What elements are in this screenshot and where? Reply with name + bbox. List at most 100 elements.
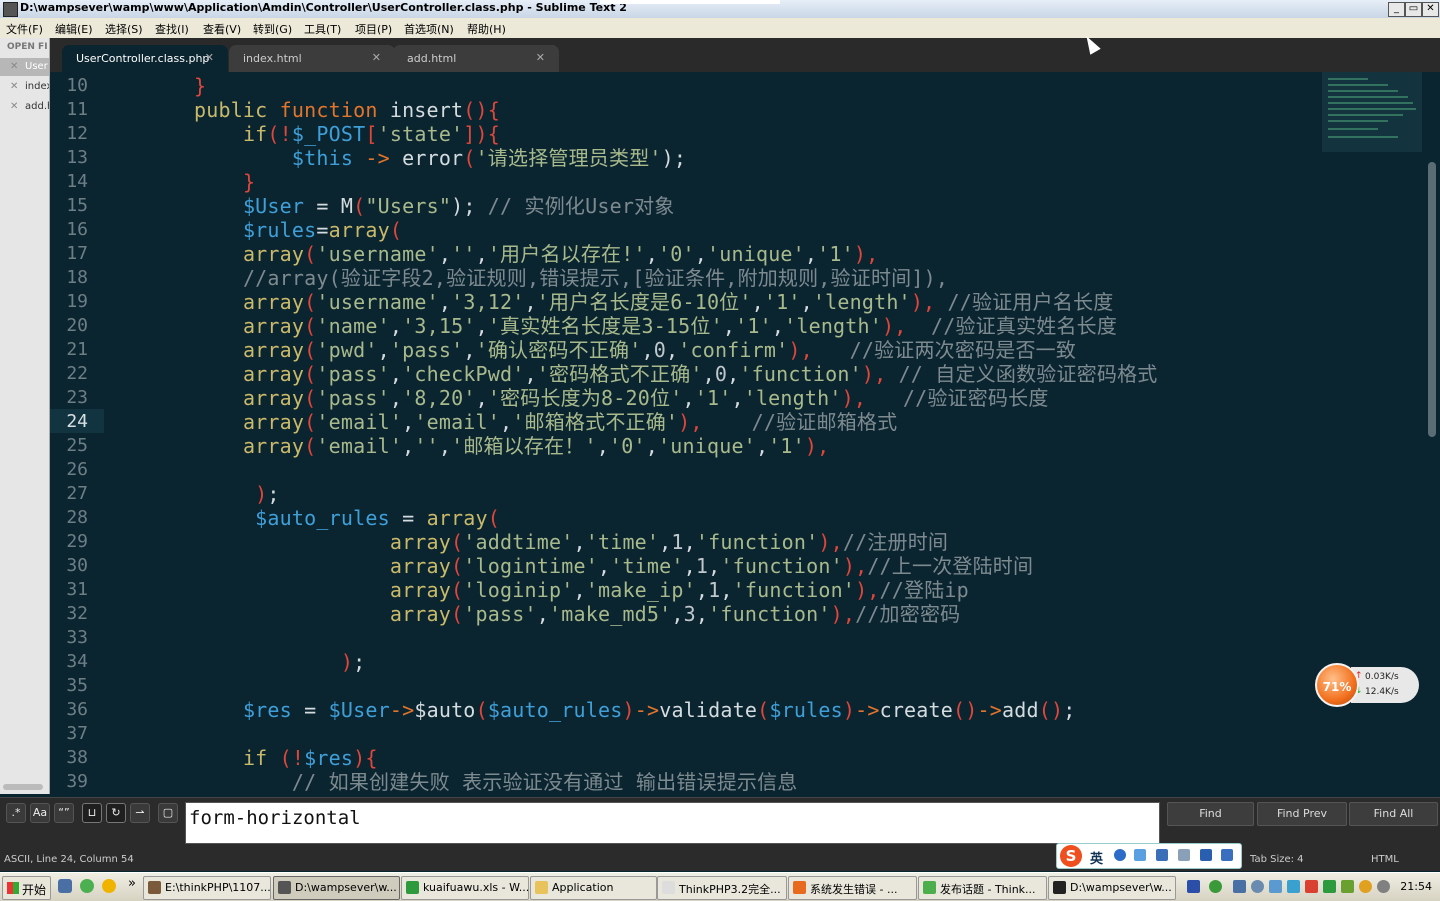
menu-file[interactable]: 文件(F) xyxy=(6,21,43,37)
tray-alert-icon[interactable] xyxy=(1305,880,1318,893)
keyboard-icon[interactable] xyxy=(1156,849,1168,861)
tray-settings-icon[interactable] xyxy=(1377,880,1390,893)
code-line[interactable]: $User = M("Users"); // 实例化User对象 xyxy=(145,194,675,218)
code-line[interactable]: if(!$_POST['state']){ xyxy=(145,122,500,146)
code-line[interactable]: array('addtime','time',1,'function'),//注… xyxy=(145,530,948,554)
code-line[interactable]: if (!$res){ xyxy=(145,746,378,770)
360-icon[interactable] xyxy=(102,879,116,893)
code-line[interactable]: //array(验证字段2,验证规则,错误提示,[验证条件,附加规则,验证时间]… xyxy=(145,266,948,290)
in-selection-toggle[interactable]: ⊔ xyxy=(82,803,102,823)
code-line[interactable]: array('pass','make_md5',3,'function'),//… xyxy=(145,602,960,626)
wrap-toggle[interactable]: ↻ xyxy=(106,803,126,823)
tray-app-icon[interactable] xyxy=(1269,880,1282,893)
tray-security-icon[interactable] xyxy=(1251,880,1264,893)
code-line[interactable]: } xyxy=(145,170,255,194)
tab-index[interactable]: index.html ✕ xyxy=(229,45,395,72)
code-line[interactable]: $res = $User->$auto($auto_rules)->valida… xyxy=(145,698,1075,722)
menu-find[interactable]: 查找(I) xyxy=(155,21,189,37)
ime-toolbar[interactable]: S 英 xyxy=(1056,843,1242,869)
tray-wps-icon[interactable] xyxy=(1323,880,1336,893)
code-line[interactable]: array('pass','8,20','密码长度为8-20位','1','le… xyxy=(145,386,1049,410)
ch-icon[interactable] xyxy=(1187,880,1200,893)
find-prev-button[interactable]: Find Prev xyxy=(1257,802,1347,826)
menu-edit[interactable]: 编辑(E) xyxy=(55,21,93,37)
menu-selection[interactable]: 选择(S) xyxy=(105,21,143,37)
close-icon[interactable]: ✕ xyxy=(10,81,18,92)
menu-tools[interactable]: 工具(T) xyxy=(304,21,341,37)
find-input[interactable]: form-horizontal xyxy=(185,802,1160,844)
find-button[interactable]: Find xyxy=(1167,802,1254,826)
close-icon[interactable]: ✕ xyxy=(372,51,381,64)
minimize-button[interactable]: _ xyxy=(1388,2,1405,17)
menu-help[interactable]: 帮助(H) xyxy=(467,21,506,37)
network-speed-widget[interactable]: ↑ 0.03K/s ↓ 12.4K/s 71% xyxy=(1315,663,1421,707)
regex-toggle[interactable]: .* xyxy=(6,803,26,823)
whole-word-toggle[interactable]: “” xyxy=(54,803,74,823)
sidebar-file-add[interactable]: ✕ add.h xyxy=(0,98,49,116)
editor-scrollbar[interactable] xyxy=(1428,162,1436,437)
code-line[interactable]: array('logintime','time',1,'function'),/… xyxy=(145,554,1033,578)
highlight-toggle[interactable]: ⇀ xyxy=(130,803,150,823)
moon-icon[interactable] xyxy=(1114,849,1126,861)
code-line[interactable]: array('username','3,12','用户名长度是6-10位','1… xyxy=(145,290,1113,314)
quick-launch-more[interactable]: » xyxy=(128,876,136,891)
tab-add[interactable]: add.html ✕ xyxy=(393,45,559,72)
ime-mode[interactable]: 英 xyxy=(1090,848,1103,867)
code-line[interactable]: $rules=array( xyxy=(145,218,402,242)
memory-percent[interactable]: 71% xyxy=(1315,663,1359,707)
maximize-button[interactable]: ▭ xyxy=(1405,2,1422,17)
code-line[interactable]: array('loginip','make_ip',1,'function'),… xyxy=(145,578,969,602)
code-line[interactable]: ); xyxy=(145,482,280,506)
code-line[interactable]: $auto_rules = array( xyxy=(145,506,500,530)
taskbar-button[interactable]: Application xyxy=(530,876,657,900)
taskbar-button[interactable]: ThinkPHP3.2完全... xyxy=(657,876,787,900)
case-toggle[interactable]: Aa xyxy=(30,803,50,823)
taskbar-button[interactable]: D:\wampsever\w... xyxy=(273,876,400,900)
browser-icon[interactable] xyxy=(80,879,94,893)
taskbar-button[interactable]: E:\thinkPHP\1107... xyxy=(143,876,271,900)
close-button[interactable]: ✕ xyxy=(1422,2,1439,17)
show-context-toggle[interactable]: ▢ xyxy=(158,803,178,823)
close-icon[interactable]: ✕ xyxy=(536,51,545,64)
tray-monitor-icon[interactable] xyxy=(1233,880,1246,893)
taskbar-button[interactable]: D:\wampsever\w... xyxy=(1048,876,1176,900)
menu-preferences[interactable]: 首选项(N) xyxy=(404,21,454,37)
network-icon[interactable] xyxy=(1209,880,1222,893)
start-button[interactable]: 开始 xyxy=(2,876,51,900)
code-area[interactable]: } public function insert(){ if(!$_POST['… xyxy=(145,72,1320,794)
minimap[interactable] xyxy=(1322,72,1422,152)
user-icon[interactable] xyxy=(1178,849,1190,861)
find-all-button[interactable]: Find All xyxy=(1349,802,1438,826)
code-line[interactable]: array('pwd','pass','确认密码不正确',0,'confirm'… xyxy=(145,338,1076,362)
show-desktop-icon[interactable] xyxy=(58,879,72,893)
menu-goto[interactable]: 转到(G) xyxy=(253,21,292,37)
tray-leaf-icon[interactable] xyxy=(1341,880,1354,893)
code-line[interactable]: } xyxy=(145,74,206,98)
code-line[interactable]: array('email','','邮箱以存在！','0','unique','… xyxy=(145,434,829,458)
syntax-mode[interactable]: HTML xyxy=(1371,854,1399,865)
close-icon[interactable]: ✕ xyxy=(10,101,18,112)
close-icon[interactable]: ✕ xyxy=(205,51,214,64)
taskbar-button[interactable]: kuaifuawu.xls - W... xyxy=(401,876,529,900)
tray-qq-icon[interactable] xyxy=(1287,880,1300,893)
close-icon[interactable]: ✕ xyxy=(10,61,18,72)
punctuation-icon[interactable] xyxy=(1134,849,1146,861)
code-line[interactable]: array('pass','checkPwd','密码格式不正确',0,'fun… xyxy=(145,362,1158,386)
tools-icon[interactable] xyxy=(1221,849,1233,861)
code-line[interactable]: array('name','3,15','真实姓名长度是3-15位','1','… xyxy=(145,314,1117,338)
tray-360-icon[interactable] xyxy=(1359,880,1372,893)
sidebar-file-index[interactable]: ✕ index xyxy=(0,78,49,96)
code-line[interactable]: ); xyxy=(145,650,365,674)
taskbar-button[interactable]: 系统发生错误 - ... xyxy=(788,876,917,900)
code-line[interactable]: // 如果创建失败 表示验证没有通过 输出错误提示信息 xyxy=(145,770,798,794)
code-editor[interactable]: 10 11 12 13 14 15 16 17 18 19 20 21 22 23 24 25 26 27 28 29… xyxy=(50,72,1440,794)
tab-usercontroller[interactable]: UserController.class.php ✕ xyxy=(62,45,228,72)
code-line[interactable]: array('username','','用户名以存在!','0','uniqu… xyxy=(145,242,878,266)
sidebar-scrollbar[interactable] xyxy=(3,784,43,790)
taskbar-button[interactable]: 发布话题 - Think... xyxy=(918,876,1047,900)
menu-view[interactable]: 查看(V) xyxy=(203,21,241,37)
skin-icon[interactable] xyxy=(1200,849,1212,861)
menu-project[interactable]: 项目(P) xyxy=(355,21,392,37)
code-line[interactable]: array('email','email','邮箱格式不正确'), //验证邮箱… xyxy=(145,410,897,434)
code-line[interactable]: $this -> error('请选择管理员类型'); xyxy=(145,146,686,170)
